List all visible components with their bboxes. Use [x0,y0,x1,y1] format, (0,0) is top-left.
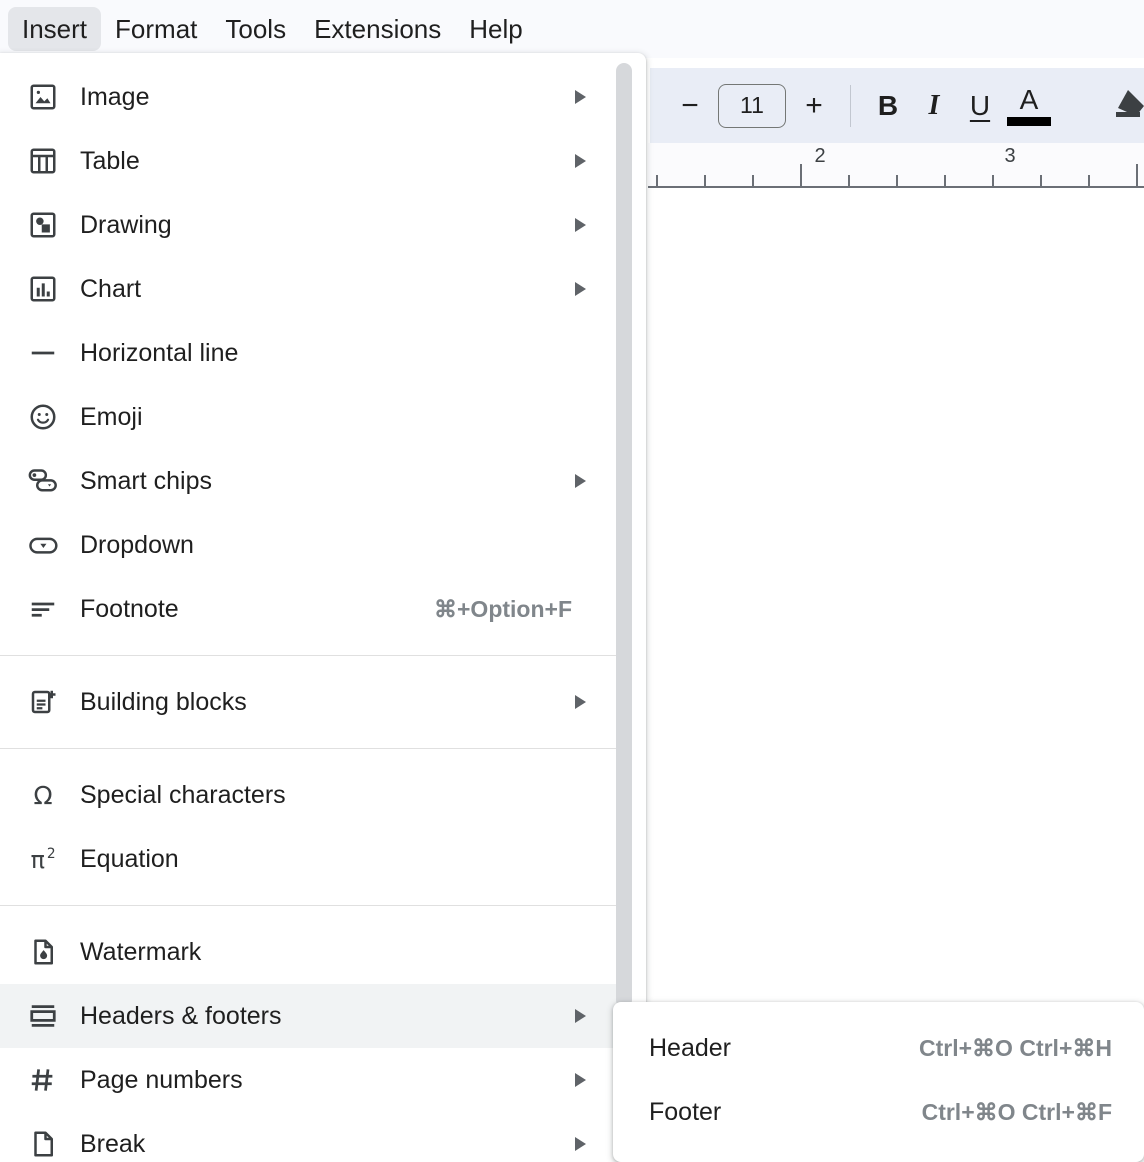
menu-item-label: Building blocks [80,687,247,716]
text-color-letter: A [1019,83,1039,115]
underline-button[interactable]: U [957,90,1003,122]
image-icon [28,82,66,112]
equation-icon: π 2 [28,844,66,874]
menu-item-label: Smart chips [80,466,212,495]
chevron-right-icon [575,282,586,296]
menu-item-label: Special characters [80,780,286,809]
menu-divider [0,748,620,749]
submenu-item-shortcut: Ctrl+⌘O Ctrl+⌘F [921,1098,1112,1125]
menu-item-horizontal-line[interactable]: Horizontal line [0,321,620,385]
menu-item-label: Emoji [80,402,143,431]
menu-item-label: Footnote [80,594,179,623]
smart-chips-icon [28,466,66,496]
page-numbers-icon [28,1065,66,1095]
ruler-label-2: 2 [814,145,826,167]
omega-icon: Ω [28,780,66,810]
menubar-item-insert[interactable]: Insert [8,7,102,51]
chevron-right-icon [575,695,586,709]
menu-item-headers-and-footers[interactable]: Headers & footers [0,984,620,1048]
svg-text:π: π [31,846,45,874]
submenu-item-shortcut: Ctrl+⌘O Ctrl+⌘H [919,1034,1112,1061]
ruler-label-3: 3 [1004,145,1016,167]
chevron-right-icon [575,90,586,104]
menu-item-emoji[interactable]: Emoji [0,385,620,449]
menu-item-drawing[interactable]: Drawing [0,193,620,257]
font-size-input[interactable]: 11 [718,83,786,128]
menu-item-footnote[interactable]: Footnote ⌘+Option+F [0,577,620,641]
decrease-font-size-button[interactable]: − [668,84,712,128]
chevron-right-icon [575,1073,586,1087]
menubar-item-format[interactable]: Format [101,7,211,51]
menu-item-label: Headers & footers [80,1001,282,1030]
dropdown-icon [28,530,66,560]
menu-item-dropdown[interactable]: Dropdown [0,513,620,577]
drawing-icon [28,210,66,240]
chart-icon [28,274,66,304]
menu-item-label: Watermark [80,937,202,966]
chevron-right-icon [575,474,586,488]
menu-item-watermark[interactable]: Watermark [0,920,620,984]
menubar-item-help[interactable]: Help [455,7,536,51]
menu-item-label: Page numbers [80,1065,243,1094]
menu-item-smart-chips[interactable]: Smart chips [0,449,620,513]
text-color-swatch [1007,116,1051,126]
menu-item-label: Dropdown [80,530,194,559]
bold-button[interactable]: B [865,90,911,122]
emoji-icon [28,402,66,432]
horizontal-line-icon [28,338,66,368]
menu-scrollbar-track[interactable] [616,53,638,1162]
italic-button[interactable]: I [911,90,957,122]
submenu-item-footer[interactable]: Footer Ctrl+⌘O Ctrl+⌘F [613,1080,1144,1144]
chevron-right-icon [575,1009,586,1023]
submenu-item-header[interactable]: Header Ctrl+⌘O Ctrl+⌘H [613,1016,1144,1080]
svg-text:Ω: Ω [33,781,52,810]
menu-item-page-numbers[interactable]: Page numbers [0,1048,620,1112]
menu-item-label: Image [80,82,150,111]
insert-menu-panel: Image Table Drawing Chart Horizontal lin… [0,53,646,1162]
menubar: Insert Format Tools Extensions Help [0,0,537,58]
menu-scrollbar-thumb[interactable] [616,63,632,1008]
chevron-right-icon [575,1137,586,1151]
menubar-item-extensions[interactable]: Extensions [300,7,455,51]
svg-text:2: 2 [47,846,56,862]
formatting-toolbar: − 11 + B I U A [650,68,1144,143]
submenu-item-label: Footer [649,1097,722,1126]
table-icon [28,146,66,176]
menu-item-image[interactable]: Image [0,65,620,129]
increase-font-size-button[interactable]: + [792,84,836,128]
highlight-color-button[interactable] [1110,86,1144,126]
menu-item-table[interactable]: Table [0,129,620,193]
menu-item-label: Horizontal line [80,338,239,367]
text-color-button[interactable]: A [1003,83,1055,126]
break-icon [28,1129,66,1159]
document-ruler[interactable]: 2 3 [648,143,1144,188]
menu-item-label: Table [80,146,140,175]
headers-footers-icon [28,1001,66,1031]
menu-item-chart[interactable]: Chart [0,257,620,321]
menu-item-label: Drawing [80,210,172,239]
chevron-right-icon [575,154,586,168]
menu-item-building-blocks[interactable]: Building blocks [0,670,620,734]
footnote-icon [28,594,66,624]
headers-footers-submenu: Header Ctrl+⌘O Ctrl+⌘H Footer Ctrl+⌘O Ct… [613,1002,1144,1162]
menu-item-label: Equation [80,844,179,873]
menu-item-shortcut: ⌘+Option+F [434,595,572,622]
menu-divider [0,905,620,906]
building-blocks-icon [28,687,66,717]
menu-item-label: Break [80,1129,146,1158]
menubar-item-tools[interactable]: Tools [211,7,300,51]
insert-menu-list: Image Table Drawing Chart Horizontal lin… [0,53,620,1162]
screen-root: Insert Format Tools Extensions Help − 11… [0,0,1144,1162]
toolbar-divider [850,84,851,127]
menu-item-break[interactable]: Break [0,1112,620,1162]
submenu-item-label: Header [649,1033,731,1062]
chevron-right-icon [575,218,586,232]
menu-divider [0,655,620,656]
watermark-icon [28,937,66,967]
menu-item-special-characters[interactable]: Ω Special characters [0,763,620,827]
menu-item-label: Chart [80,274,142,303]
menu-item-equation[interactable]: π 2 Equation [0,827,620,891]
